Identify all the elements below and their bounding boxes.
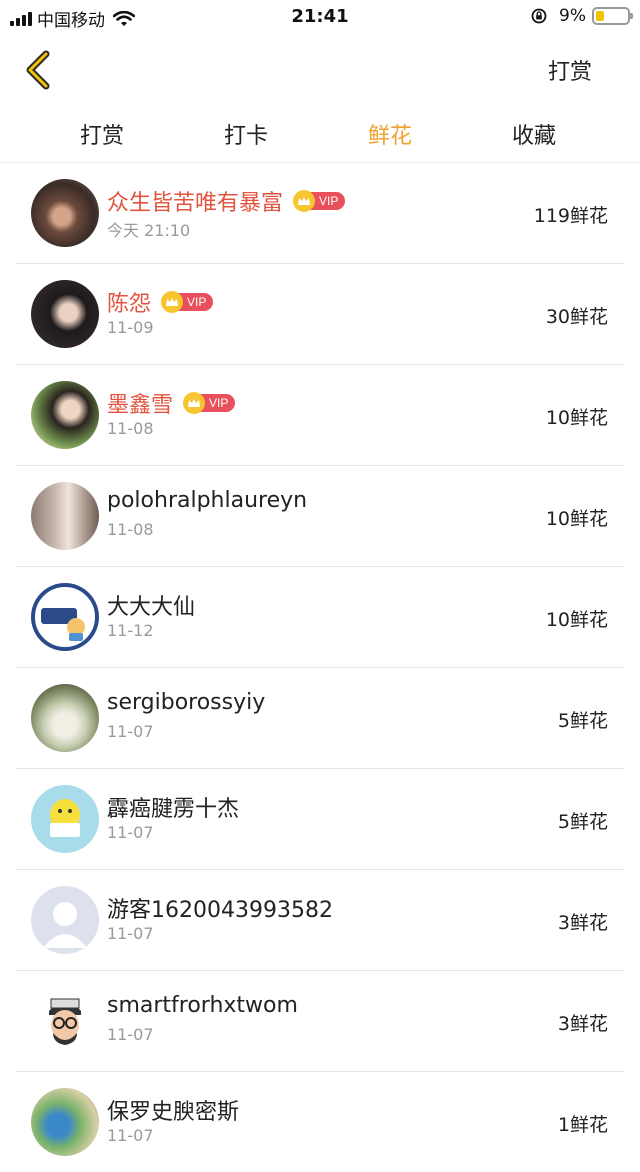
nav-bar: 打赏 bbox=[0, 34, 640, 106]
vip-badge: VIP bbox=[293, 190, 346, 212]
chevron-left-icon bbox=[26, 50, 50, 90]
list-item[interactable]: 霹癌腱雳十杰 11-07 5鲜花 bbox=[16, 769, 624, 870]
flower-count: 3鲜花 bbox=[557, 1013, 608, 1035]
user-name: 大大大仙 bbox=[107, 595, 196, 620]
back-button[interactable] bbox=[18, 48, 62, 92]
vip-badge: VIP bbox=[183, 392, 236, 414]
user-name-line: 墨鑫雪 VIP bbox=[107, 387, 236, 419]
user-name-line: polohralphlaureyn bbox=[107, 488, 307, 513]
battery-icon bbox=[592, 7, 633, 25]
flower-count: 5鲜花 bbox=[557, 811, 608, 833]
crown-icon bbox=[161, 291, 184, 313]
flower-count: 5鲜花 bbox=[557, 710, 608, 732]
list-item[interactable]: 游客1620043993582 11-07 3鲜花 bbox=[16, 870, 624, 971]
user-name-line: sergiborossyiy bbox=[107, 690, 265, 715]
user-name: 陈怨 bbox=[107, 292, 152, 317]
timestamp: 11-08 bbox=[107, 520, 154, 539]
avatar[interactable] bbox=[31, 886, 99, 954]
reward-button[interactable]: 打赏 bbox=[548, 54, 592, 86]
flower-count: 119鲜花 bbox=[533, 205, 608, 227]
user-name-line: 保罗史腴密斯 bbox=[107, 1094, 239, 1126]
user-name: sergiborossyiy bbox=[107, 690, 266, 715]
avatar[interactable] bbox=[31, 1088, 99, 1156]
flower-count: 10鲜花 bbox=[545, 609, 608, 631]
list-item[interactable]: smartfrorhxtwom 11-07 3鲜花 bbox=[16, 971, 624, 1072]
timestamp: 11-07 bbox=[107, 1025, 154, 1044]
avatar[interactable] bbox=[31, 785, 99, 853]
user-name: 游客1620043993582 bbox=[107, 898, 333, 923]
flower-count: 10鲜花 bbox=[545, 508, 608, 530]
list-item[interactable]: 保罗史腴密斯 11-07 1鲜花 bbox=[16, 1072, 624, 1172]
timestamp: 今天 21:10 bbox=[107, 221, 191, 240]
tab-favorites[interactable]: 收藏 bbox=[492, 106, 576, 162]
user-name-line: 大大大仙 bbox=[107, 589, 195, 621]
user-name-line: smartfrorhxtwom bbox=[107, 993, 298, 1018]
avatar[interactable] bbox=[31, 179, 99, 247]
timestamp: 11-07 bbox=[107, 924, 154, 943]
battery-level bbox=[596, 11, 604, 21]
avatar[interactable] bbox=[31, 482, 99, 550]
status-right: 9% bbox=[531, 6, 633, 26]
user-name-line: 霹癌腱雳十杰 bbox=[107, 791, 239, 823]
user-name: smartfrorhxtwom bbox=[107, 993, 298, 1018]
timestamp: 11-12 bbox=[107, 621, 154, 640]
list-item[interactable]: 墨鑫雪 VIP 11-08 10鲜花 bbox=[16, 365, 624, 466]
tab-bar: 打赏 打卡 鲜花 收藏 bbox=[0, 106, 640, 163]
user-name: polohralphlaureyn bbox=[107, 488, 308, 513]
crown-icon bbox=[183, 392, 206, 414]
user-name: 保罗史腴密斯 bbox=[107, 1100, 240, 1125]
avatar[interactable] bbox=[31, 381, 99, 449]
list-item[interactable]: 众生皆苦唯有暴富 VIP 今天 21:10 119鲜花 bbox=[16, 163, 624, 264]
flower-count: 3鲜花 bbox=[557, 912, 608, 934]
avatar[interactable] bbox=[31, 583, 99, 651]
timestamp: 11-09 bbox=[107, 318, 154, 337]
list-item[interactable]: 陈怨 VIP 11-09 30鲜花 bbox=[16, 264, 624, 365]
avatar[interactable] bbox=[31, 280, 99, 348]
user-name: 墨鑫雪 bbox=[107, 393, 174, 418]
tab-checkin[interactable]: 打卡 bbox=[204, 106, 288, 162]
flower-list: 众生皆苦唯有暴富 VIP 今天 21:10 119鲜花 陈怨 VIP 11-09… bbox=[16, 163, 624, 1172]
user-name: 众生皆苦唯有暴富 bbox=[107, 191, 284, 216]
user-name: 霹癌腱雳十杰 bbox=[107, 797, 240, 822]
rotation-lock-icon bbox=[531, 8, 547, 24]
avatar[interactable] bbox=[31, 987, 99, 1055]
flower-count: 1鲜花 bbox=[557, 1114, 608, 1136]
timestamp: 11-07 bbox=[107, 823, 154, 842]
timestamp: 11-07 bbox=[107, 1126, 154, 1145]
tab-flowers[interactable]: 鲜花 bbox=[288, 106, 492, 162]
list-item[interactable]: sergiborossyiy 11-07 5鲜花 bbox=[16, 668, 624, 769]
user-name-line: 游客1620043993582 bbox=[107, 892, 333, 924]
user-name-line: 陈怨 VIP bbox=[107, 286, 214, 318]
status-bar: 中国移动 21:41 9% bbox=[0, 0, 640, 34]
tab-reward[interactable]: 打赏 bbox=[0, 106, 204, 162]
list-item[interactable]: 大大大仙 11-12 10鲜花 bbox=[16, 567, 624, 668]
list-item[interactable]: polohralphlaureyn 11-08 10鲜花 bbox=[16, 466, 624, 567]
avatar[interactable] bbox=[31, 684, 99, 752]
timestamp: 11-07 bbox=[107, 722, 154, 741]
flower-count: 10鲜花 bbox=[545, 407, 608, 429]
battery-percent: 9% bbox=[559, 6, 586, 26]
vip-badge: VIP bbox=[161, 291, 214, 313]
user-name-line: 众生皆苦唯有暴富 VIP bbox=[107, 185, 346, 217]
flower-count: 30鲜花 bbox=[545, 306, 608, 328]
crown-icon bbox=[293, 190, 316, 212]
timestamp: 11-08 bbox=[107, 419, 154, 438]
